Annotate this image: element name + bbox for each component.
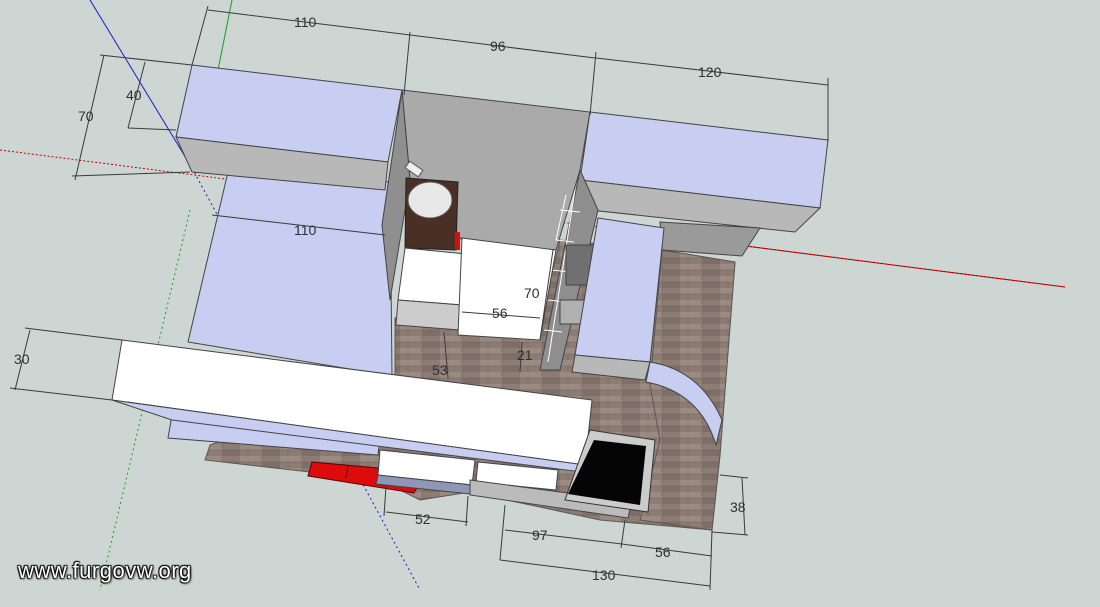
axis-green-line	[217, 0, 233, 71]
dim-left-height-outer: 70	[78, 108, 94, 124]
dim-bottom-seg-a: 52	[415, 511, 431, 527]
dim-top-right-width: 120	[698, 64, 722, 80]
dim-front-height: 30	[14, 351, 30, 367]
counter-block-front	[395, 299, 463, 331]
counter-block-top	[397, 247, 467, 306]
dim-small-gap: 21	[517, 347, 533, 363]
dim-bed-width: 110	[294, 222, 317, 238]
counter-white-floor	[457, 237, 557, 341]
dim-counter-width: 56	[492, 305, 508, 321]
bed-top	[187, 171, 393, 377]
dim-top-left-width: 110	[294, 14, 317, 30]
dim-bottom-right-depth: 38	[730, 499, 746, 515]
axis-blue-line	[89, 0, 193, 169]
sketchup-viewport[interactable]: 110 96 120 70 40 110 70 56 53 21 30 38 5…	[0, 0, 1100, 602]
dim-left-height-inner: 40	[126, 87, 142, 103]
dim-shelf-height: 70	[524, 285, 540, 301]
dim-bottom-seg-c: 56	[655, 544, 671, 560]
dim-bottom-seg-b: 97	[532, 527, 548, 543]
dim-top-middle-width: 96	[490, 38, 506, 54]
van-layout-drawing: 110 96 120 70 40 110 70 56 53 21 30 38 5…	[0, 0, 1066, 591]
site-watermark: www.furgovw.org	[18, 558, 192, 583]
dim-floor-depth: 53	[432, 362, 448, 378]
sink-basin	[407, 181, 453, 219]
axis-red-solid	[744, 245, 1066, 288]
upper-cabinet-right-side	[659, 221, 761, 257]
dim-bottom-total: 130	[592, 567, 616, 583]
red-handle	[455, 232, 460, 250]
